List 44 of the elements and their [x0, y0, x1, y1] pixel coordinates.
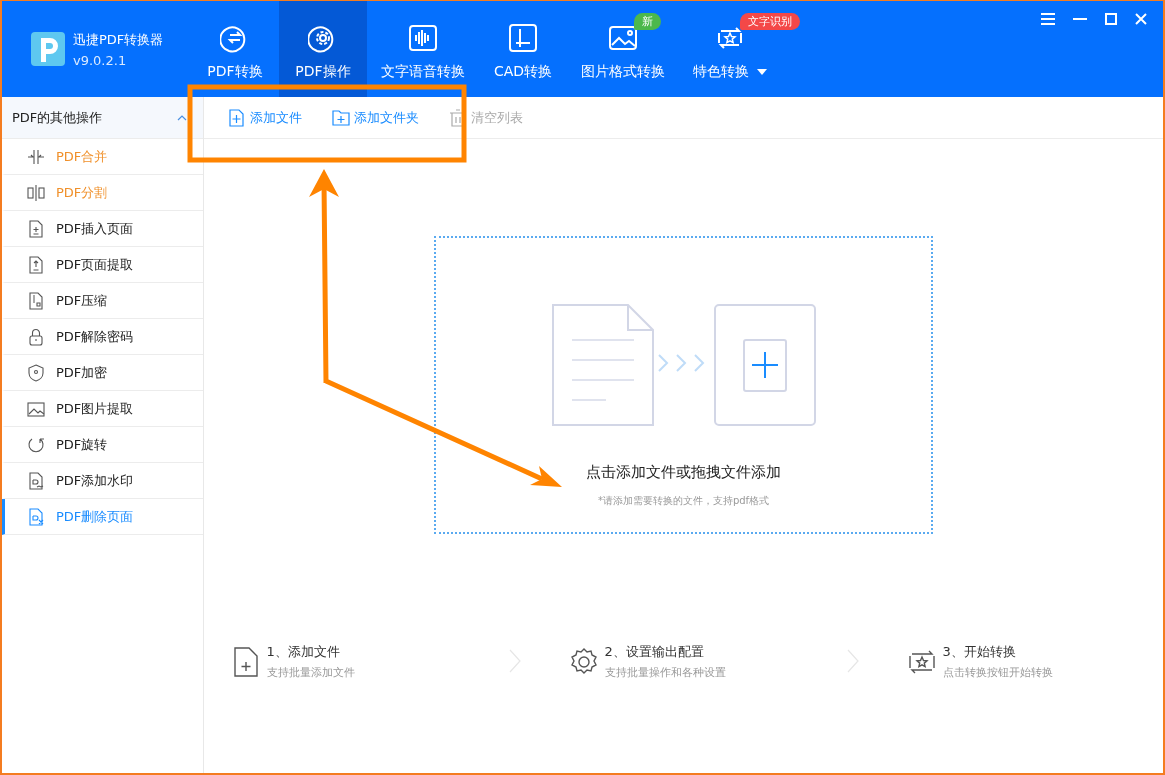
tab-badge: 新	[634, 13, 662, 30]
merge-icon	[27, 147, 45, 166]
chevron-icon	[846, 649, 859, 673]
file-add-icon	[228, 108, 246, 127]
nav-tab[interactable]: 文字语音转换	[367, 1, 479, 97]
document-icon	[27, 507, 45, 526]
close-icon[interactable]	[1135, 13, 1147, 25]
nav-tab[interactable]: PDF操作	[279, 1, 367, 97]
nav-tab[interactable]: PDF转换	[191, 1, 279, 97]
maximize-icon[interactable]	[1105, 13, 1117, 25]
drop-zone-title: 点击添加文件或拖拽文件添加	[586, 463, 781, 482]
step-subtitle: 支持批量添加文件	[266, 665, 355, 680]
folder-add-icon	[332, 108, 350, 127]
drop-zone[interactable]: 点击添加文件或拖拽文件添加 *请添加需要转换的文件，支持pdf格式	[434, 236, 933, 534]
document-icon	[27, 291, 45, 310]
waveform-icon	[408, 23, 438, 53]
sidebar-item[interactable]: PDF删除页面	[2, 499, 203, 535]
nav-tab[interactable]: CAD转换	[479, 1, 567, 97]
toolbar-button[interactable]: 添加文件	[228, 108, 302, 127]
document-icon	[27, 219, 45, 238]
tab-badge: 文字识别	[740, 13, 801, 30]
image-icon	[27, 399, 45, 418]
chevron-icon	[508, 649, 521, 673]
step-subtitle: 支持批量操作和各种设置	[604, 665, 726, 680]
app-version: v9.0.2.1	[73, 52, 128, 68]
sidebar-header[interactable]: PDF的其他操作	[2, 97, 203, 139]
image-icon	[608, 23, 638, 53]
drop-zone-hint: *请添加需要转换的文件，支持pdf格式	[597, 494, 770, 508]
document-icon	[27, 471, 45, 490]
rotate-icon	[27, 435, 45, 454]
step-title: 3、开始转换	[942, 643, 1017, 661]
step-title: 2、设置输出配置	[604, 643, 705, 661]
app-name: 迅捷PDF转换器	[73, 30, 164, 49]
step-subtitle: 点击转换按钮开始转换	[942, 665, 1053, 680]
toolbar-button[interactable]: 添加文件夹	[332, 108, 419, 127]
split-icon	[27, 183, 45, 202]
menu-icon[interactable]	[1041, 13, 1055, 25]
step-title: 1、添加文件	[266, 643, 341, 661]
document-icon	[27, 255, 45, 274]
lock-icon	[27, 327, 45, 346]
shield-icon	[27, 363, 45, 382]
app-logo-icon	[31, 32, 65, 66]
sidebar-title: PDF的其他操作	[12, 108, 103, 127]
drafting-icon	[508, 23, 538, 53]
